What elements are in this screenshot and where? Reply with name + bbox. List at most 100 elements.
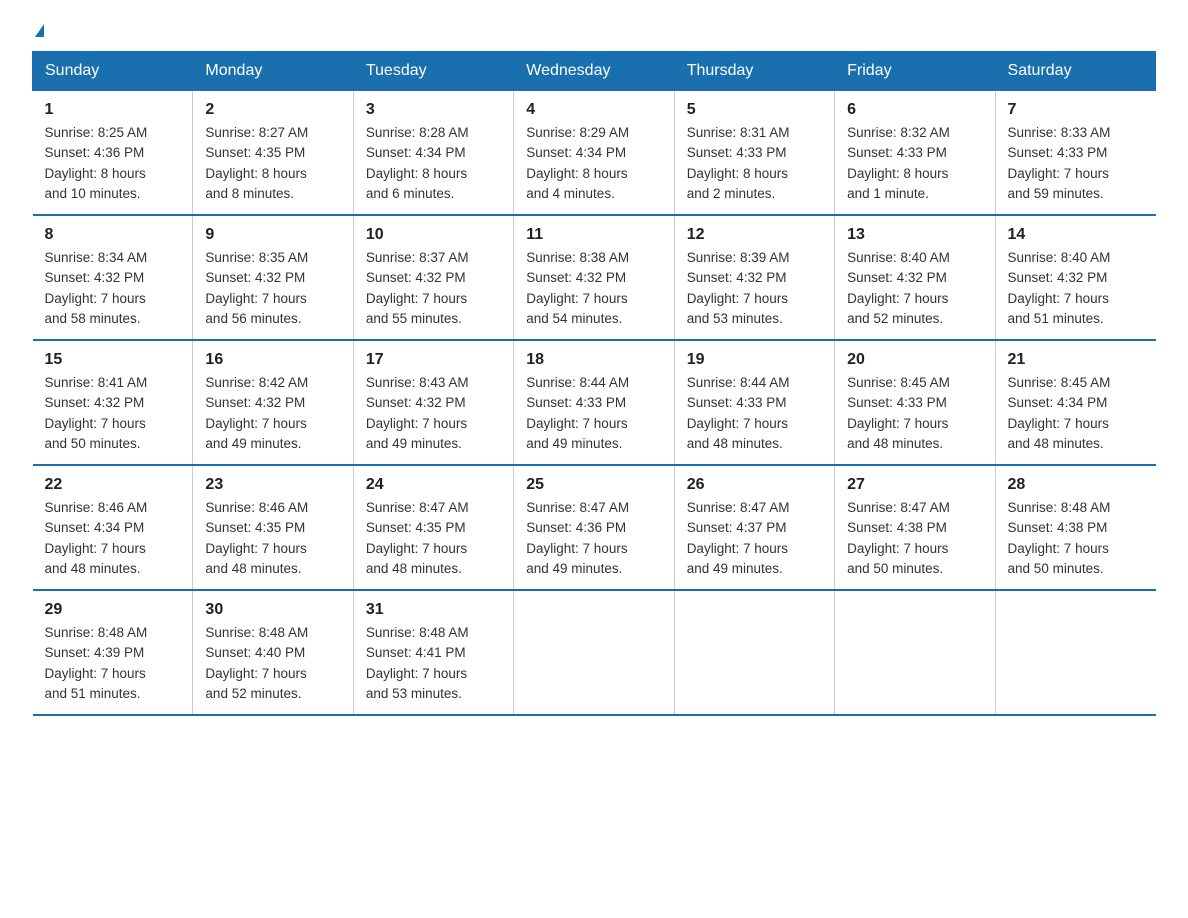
calendar-cell: 21Sunrise: 8:45 AMSunset: 4:34 PMDayligh…	[995, 340, 1155, 465]
calendar-cell: 1 Sunrise: 8:25 AMSunset: 4:36 PMDaylight…	[33, 91, 193, 216]
logo-triangle-icon	[35, 24, 44, 37]
calendar-cell: 22 Sunrise: 8:46 AMSunset: 4:34 PMDayligh…	[33, 465, 193, 590]
day-number: 14	[1008, 226, 1144, 244]
day-info: Sunrise: 8:28 AMSunset: 4:34 PMDaylight:…	[366, 123, 501, 204]
day-number: 19	[687, 351, 822, 369]
day-info: Sunrise: 8:38 AMSunset: 4:32 PMDaylight:…	[526, 248, 661, 329]
day-number: 3	[366, 101, 501, 119]
calendar-cell: 4 Sunrise: 8:29 AMSunset: 4:34 PMDaylight…	[514, 91, 674, 216]
calendar-cell: 25 Sunrise: 8:47 AMSunset: 4:36 PMDayligh…	[514, 465, 674, 590]
calendar-cell: 30 Sunrise: 8:48 AMSunset: 4:40 PMDayligh…	[193, 590, 353, 715]
day-info: Sunrise: 8:48 AMSunset: 4:41 PMDaylight:…	[366, 623, 501, 704]
day-number: 7	[1008, 101, 1144, 119]
week-row: 15Sunrise: 8:41 AMSunset: 4:32 PMDayligh…	[33, 340, 1156, 465]
day-info: Sunrise: 8:47 AMSunset: 4:36 PMDaylight:…	[526, 498, 661, 579]
weekday-header-saturday: Saturday	[995, 52, 1155, 91]
calendar-cell: 11Sunrise: 8:38 AMSunset: 4:32 PMDayligh…	[514, 215, 674, 340]
day-number: 8	[45, 226, 181, 244]
day-info: Sunrise: 8:45 AMSunset: 4:33 PMDaylight:…	[847, 373, 982, 454]
calendar-cell: 16 Sunrise: 8:42 AMSunset: 4:32 PMDayligh…	[193, 340, 353, 465]
calendar-cell: 20 Sunrise: 8:45 AMSunset: 4:33 PMDayligh…	[835, 340, 995, 465]
day-info: Sunrise: 8:33 AMSunset: 4:33 PMDaylight:…	[1008, 123, 1144, 204]
calendar-cell	[995, 590, 1155, 715]
day-number: 6	[847, 101, 982, 119]
calendar-cell: 18 Sunrise: 8:44 AMSunset: 4:33 PMDayligh…	[514, 340, 674, 465]
day-info: Sunrise: 8:34 AMSunset: 4:32 PMDaylight:…	[45, 248, 181, 329]
calendar-cell: 2 Sunrise: 8:27 AMSunset: 4:35 PMDaylight…	[193, 91, 353, 216]
calendar-header: SundayMondayTuesdayWednesdayThursdayFrid…	[33, 52, 1156, 91]
calendar-cell	[674, 590, 834, 715]
day-info: Sunrise: 8:44 AMSunset: 4:33 PMDaylight:…	[526, 373, 661, 454]
day-number: 31	[366, 601, 501, 619]
day-number: 15	[45, 351, 181, 369]
day-number: 16	[205, 351, 340, 369]
weekday-header-sunday: Sunday	[33, 52, 193, 91]
day-info: Sunrise: 8:46 AMSunset: 4:35 PMDaylight:…	[205, 498, 340, 579]
week-row: 8 Sunrise: 8:34 AMSunset: 4:32 PMDaylight…	[33, 215, 1156, 340]
calendar-cell: 6 Sunrise: 8:32 AMSunset: 4:33 PMDaylight…	[835, 91, 995, 216]
week-row: 22 Sunrise: 8:46 AMSunset: 4:34 PMDayligh…	[33, 465, 1156, 590]
day-info: Sunrise: 8:48 AMSunset: 4:40 PMDaylight:…	[205, 623, 340, 704]
day-number: 23	[205, 476, 340, 494]
day-info: Sunrise: 8:40 AMSunset: 4:32 PMDaylight:…	[1008, 248, 1144, 329]
day-info: Sunrise: 8:27 AMSunset: 4:35 PMDaylight:…	[205, 123, 340, 204]
calendar-cell: 3 Sunrise: 8:28 AMSunset: 4:34 PMDaylight…	[353, 91, 513, 216]
week-row: 29 Sunrise: 8:48 AMSunset: 4:39 PMDayligh…	[33, 590, 1156, 715]
page-header	[32, 24, 1156, 39]
calendar-cell: 10 Sunrise: 8:37 AMSunset: 4:32 PMDayligh…	[353, 215, 513, 340]
weekday-header-monday: Monday	[193, 52, 353, 91]
day-info: Sunrise: 8:47 AMSunset: 4:35 PMDaylight:…	[366, 498, 501, 579]
calendar-cell: 28Sunrise: 8:48 AMSunset: 4:38 PMDayligh…	[995, 465, 1155, 590]
day-info: Sunrise: 8:31 AMSunset: 4:33 PMDaylight:…	[687, 123, 822, 204]
day-info: Sunrise: 8:29 AMSunset: 4:34 PMDaylight:…	[526, 123, 661, 204]
day-info: Sunrise: 8:47 AMSunset: 4:38 PMDaylight:…	[847, 498, 982, 579]
day-number: 25	[526, 476, 661, 494]
calendar-cell: 13 Sunrise: 8:40 AMSunset: 4:32 PMDayligh…	[835, 215, 995, 340]
day-number: 12	[687, 226, 822, 244]
day-info: Sunrise: 8:35 AMSunset: 4:32 PMDaylight:…	[205, 248, 340, 329]
day-info: Sunrise: 8:44 AMSunset: 4:33 PMDaylight:…	[687, 373, 822, 454]
day-info: Sunrise: 8:32 AMSunset: 4:33 PMDaylight:…	[847, 123, 982, 204]
calendar-cell: 12 Sunrise: 8:39 AMSunset: 4:32 PMDayligh…	[674, 215, 834, 340]
day-number: 29	[45, 601, 181, 619]
calendar-cell: 17Sunrise: 8:43 AMSunset: 4:32 PMDayligh…	[353, 340, 513, 465]
day-number: 27	[847, 476, 982, 494]
day-number: 4	[526, 101, 661, 119]
day-info: Sunrise: 8:48 AMSunset: 4:39 PMDaylight:…	[45, 623, 181, 704]
day-info: Sunrise: 8:40 AMSunset: 4:32 PMDaylight:…	[847, 248, 982, 329]
day-number: 13	[847, 226, 982, 244]
calendar-cell: 9 Sunrise: 8:35 AMSunset: 4:32 PMDaylight…	[193, 215, 353, 340]
calendar-cell: 27 Sunrise: 8:47 AMSunset: 4:38 PMDayligh…	[835, 465, 995, 590]
weekday-header-thursday: Thursday	[674, 52, 834, 91]
day-number: 22	[45, 476, 181, 494]
day-number: 5	[687, 101, 822, 119]
calendar-cell	[514, 590, 674, 715]
calendar-cell: 14 Sunrise: 8:40 AMSunset: 4:32 PMDayligh…	[995, 215, 1155, 340]
day-info: Sunrise: 8:37 AMSunset: 4:32 PMDaylight:…	[366, 248, 501, 329]
calendar-cell: 29 Sunrise: 8:48 AMSunset: 4:39 PMDayligh…	[33, 590, 193, 715]
day-number: 1	[45, 101, 181, 119]
day-number: 28	[1008, 476, 1144, 494]
calendar-table: SundayMondayTuesdayWednesdayThursdayFrid…	[32, 51, 1156, 716]
day-info: Sunrise: 8:45 AMSunset: 4:34 PMDaylight:…	[1008, 373, 1144, 454]
day-number: 17	[366, 351, 501, 369]
logo	[32, 24, 44, 39]
day-number: 18	[526, 351, 661, 369]
day-number: 9	[205, 226, 340, 244]
calendar-cell: 5 Sunrise: 8:31 AMSunset: 4:33 PMDaylight…	[674, 91, 834, 216]
weekday-header-friday: Friday	[835, 52, 995, 91]
day-number: 24	[366, 476, 501, 494]
day-number: 2	[205, 101, 340, 119]
calendar-body: 1 Sunrise: 8:25 AMSunset: 4:36 PMDaylight…	[33, 91, 1156, 716]
day-info: Sunrise: 8:25 AMSunset: 4:36 PMDaylight:…	[45, 123, 181, 204]
calendar-cell: 31 Sunrise: 8:48 AMSunset: 4:41 PMDayligh…	[353, 590, 513, 715]
weekday-header-tuesday: Tuesday	[353, 52, 513, 91]
calendar-cell: 24 Sunrise: 8:47 AMSunset: 4:35 PMDayligh…	[353, 465, 513, 590]
day-number: 30	[205, 601, 340, 619]
day-number: 20	[847, 351, 982, 369]
day-info: Sunrise: 8:46 AMSunset: 4:34 PMDaylight:…	[45, 498, 181, 579]
day-info: Sunrise: 8:42 AMSunset: 4:32 PMDaylight:…	[205, 373, 340, 454]
day-number: 10	[366, 226, 501, 244]
day-number: 26	[687, 476, 822, 494]
day-info: Sunrise: 8:39 AMSunset: 4:32 PMDaylight:…	[687, 248, 822, 329]
